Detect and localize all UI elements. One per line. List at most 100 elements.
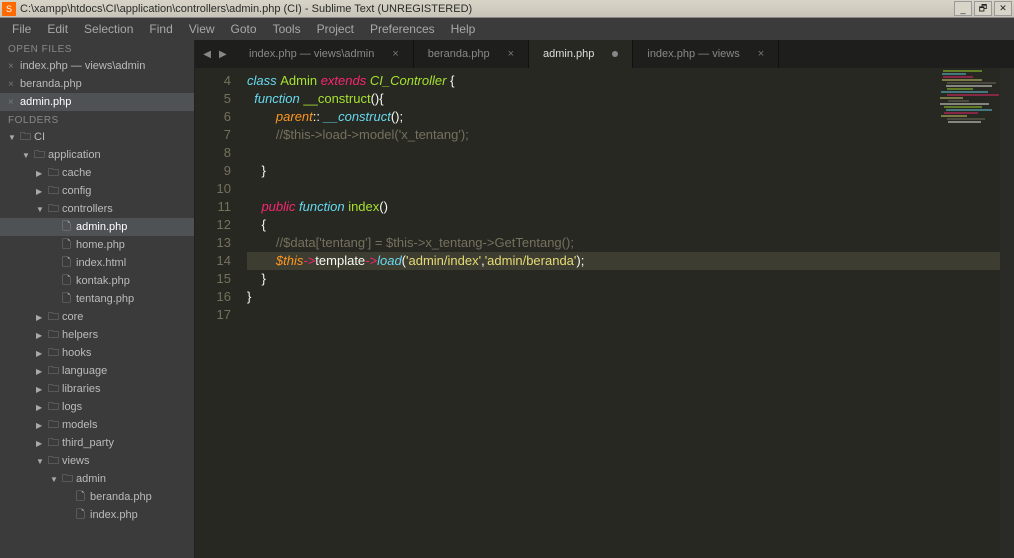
tree-label: tentang.php	[76, 293, 134, 305]
minimap[interactable]	[940, 70, 1000, 140]
tree-arrow-icon[interactable]: ▼	[36, 457, 48, 466]
code-line[interactable]: function __construct(){	[247, 90, 1014, 108]
close-file-icon[interactable]: ×	[8, 61, 20, 72]
folder-item[interactable]: ▶🗀helpers	[0, 326, 194, 344]
code-line[interactable]: }	[247, 270, 1014, 288]
code-line[interactable]: //$data['tentang'] = $this->x_tentang->G…	[247, 234, 1014, 252]
editor-tab[interactable]: admin.php	[529, 40, 633, 68]
menu-preferences[interactable]: Preferences	[362, 18, 443, 40]
vertical-scrollbar[interactable]	[1000, 68, 1014, 558]
code-area[interactable]: 4567891011121314151617 class Admin exten…	[195, 68, 1014, 558]
folder-item[interactable]: ▶🗀models	[0, 416, 194, 434]
menu-bar: FileEditSelectionFindViewGotoToolsProjec…	[0, 18, 1014, 40]
tree-arrow-icon[interactable]: ▶	[36, 403, 48, 412]
tree-label: admin.php	[76, 221, 127, 233]
folder-item[interactable]: ▼🗀admin	[0, 470, 194, 488]
close-button[interactable]: ✕	[994, 1, 1012, 16]
tree-arrow-icon[interactable]: ▶	[36, 187, 48, 196]
tab-close-icon[interactable]: ×	[392, 48, 398, 60]
folder-item[interactable]: ▶🗀core	[0, 308, 194, 326]
code-line[interactable]: $this->template->load('admin/index','adm…	[247, 252, 1014, 270]
menu-selection[interactable]: Selection	[76, 18, 141, 40]
editor-pane: ◀ ▶ index.php — views\admin×beranda.php×…	[195, 40, 1014, 558]
file-item[interactable]: 🗋admin.php	[0, 218, 194, 236]
tree-arrow-icon[interactable]: ▶	[36, 367, 48, 376]
menu-find[interactable]: Find	[141, 18, 180, 40]
app-logo-icon: S	[2, 2, 16, 16]
menu-view[interactable]: View	[181, 18, 223, 40]
file-item[interactable]: 🗋kontak.php	[0, 272, 194, 290]
editor-tab[interactable]: beranda.php×	[414, 40, 529, 68]
file-item[interactable]: 🗋index.php	[0, 506, 194, 524]
tree-arrow-icon[interactable]: ▶	[36, 313, 48, 322]
folder-icon: 🗀	[48, 308, 62, 327]
code-line[interactable]: public function index()	[247, 198, 1014, 216]
open-file-item[interactable]: ×index.php — views\admin	[0, 57, 194, 75]
file-item[interactable]: 🗋home.php	[0, 236, 194, 254]
tree-arrow-icon[interactable]: ▶	[36, 385, 48, 394]
tab-label: admin.php	[543, 48, 594, 60]
maximize-button[interactable]: 🗗	[974, 1, 992, 16]
code-line[interactable]: class Admin extends CI_Controller {	[247, 72, 1014, 90]
title-bar: S C:\xampp\htdocs\CI\application\control…	[0, 0, 1014, 18]
menu-tools[interactable]: Tools	[265, 18, 309, 40]
tab-nav-left-icon[interactable]: ◀	[203, 49, 211, 60]
folder-item[interactable]: ▶🗀hooks	[0, 344, 194, 362]
tree-arrow-icon[interactable]: ▶	[36, 439, 48, 448]
tree-arrow-icon[interactable]: ▼	[22, 151, 34, 160]
folder-item[interactable]: ▶🗀logs	[0, 398, 194, 416]
folder-item[interactable]: ▼🗀controllers	[0, 200, 194, 218]
menu-edit[interactable]: Edit	[39, 18, 76, 40]
folder-item[interactable]: ▶🗀language	[0, 362, 194, 380]
file-item[interactable]: 🗋index.html	[0, 254, 194, 272]
tree-label: application	[48, 149, 101, 161]
tree-arrow-icon[interactable]: ▶	[36, 349, 48, 358]
tree-arrow-icon[interactable]: ▶	[36, 421, 48, 430]
menu-project[interactable]: Project	[309, 18, 362, 40]
tree-arrow-icon[interactable]: ▼	[50, 475, 62, 484]
tab-nav-arrows[interactable]: ◀ ▶	[195, 40, 235, 68]
file-item[interactable]: 🗋tentang.php	[0, 290, 194, 308]
tab-close-icon[interactable]: ×	[758, 48, 764, 60]
code-content[interactable]: class Admin extends CI_Controller { func…	[241, 68, 1014, 558]
close-file-icon[interactable]: ×	[8, 79, 20, 90]
tree-arrow-icon[interactable]: ▼	[8, 133, 20, 142]
open-file-item[interactable]: ×admin.php	[0, 93, 194, 111]
folder-item[interactable]: ▼🗀views	[0, 452, 194, 470]
code-line[interactable]: }	[247, 288, 1014, 306]
folder-item[interactable]: ▼🗀application	[0, 146, 194, 164]
editor-tab[interactable]: index.php — views\admin×	[235, 40, 414, 68]
tab-close-icon[interactable]: ×	[508, 48, 514, 60]
folders-header: FOLDERS	[0, 111, 194, 128]
tree-arrow-icon[interactable]: ▶	[36, 331, 48, 340]
file-icon: 🗋	[62, 272, 76, 291]
minimize-button[interactable]: _	[954, 1, 972, 16]
folder-item[interactable]: ▶🗀config	[0, 182, 194, 200]
code-line[interactable]: }	[247, 162, 1014, 180]
file-item[interactable]: 🗋beranda.php	[0, 488, 194, 506]
tree-label: core	[62, 311, 83, 323]
code-line[interactable]	[247, 306, 1014, 324]
folder-item[interactable]: ▶🗀libraries	[0, 380, 194, 398]
folder-item[interactable]: ▼🗀CI	[0, 128, 194, 146]
code-line[interactable]: {	[247, 216, 1014, 234]
editor-tab[interactable]: index.php — views×	[633, 40, 779, 68]
open-file-item[interactable]: ×beranda.php	[0, 75, 194, 93]
folder-icon: 🗀	[48, 200, 62, 219]
tree-arrow-icon[interactable]: ▶	[36, 169, 48, 178]
menu-help[interactable]: Help	[443, 18, 484, 40]
code-line[interactable]: parent:: __construct();	[247, 108, 1014, 126]
code-line[interactable]	[247, 144, 1014, 162]
code-line[interactable]: //$this->load->model('x_tentang');	[247, 126, 1014, 144]
tree-label: third_party	[62, 437, 114, 449]
tab-nav-right-icon[interactable]: ▶	[219, 49, 227, 60]
tree-arrow-icon[interactable]: ▼	[36, 205, 48, 214]
code-line[interactable]	[247, 180, 1014, 198]
folder-item[interactable]: ▶🗀cache	[0, 164, 194, 182]
file-icon: 🗋	[62, 218, 76, 237]
menu-file[interactable]: File	[4, 18, 39, 40]
menu-goto[interactable]: Goto	[223, 18, 265, 40]
folder-item[interactable]: ▶🗀third_party	[0, 434, 194, 452]
close-file-icon[interactable]: ×	[8, 97, 20, 108]
tabs-bar: ◀ ▶ index.php — views\admin×beranda.php×…	[195, 40, 1014, 68]
